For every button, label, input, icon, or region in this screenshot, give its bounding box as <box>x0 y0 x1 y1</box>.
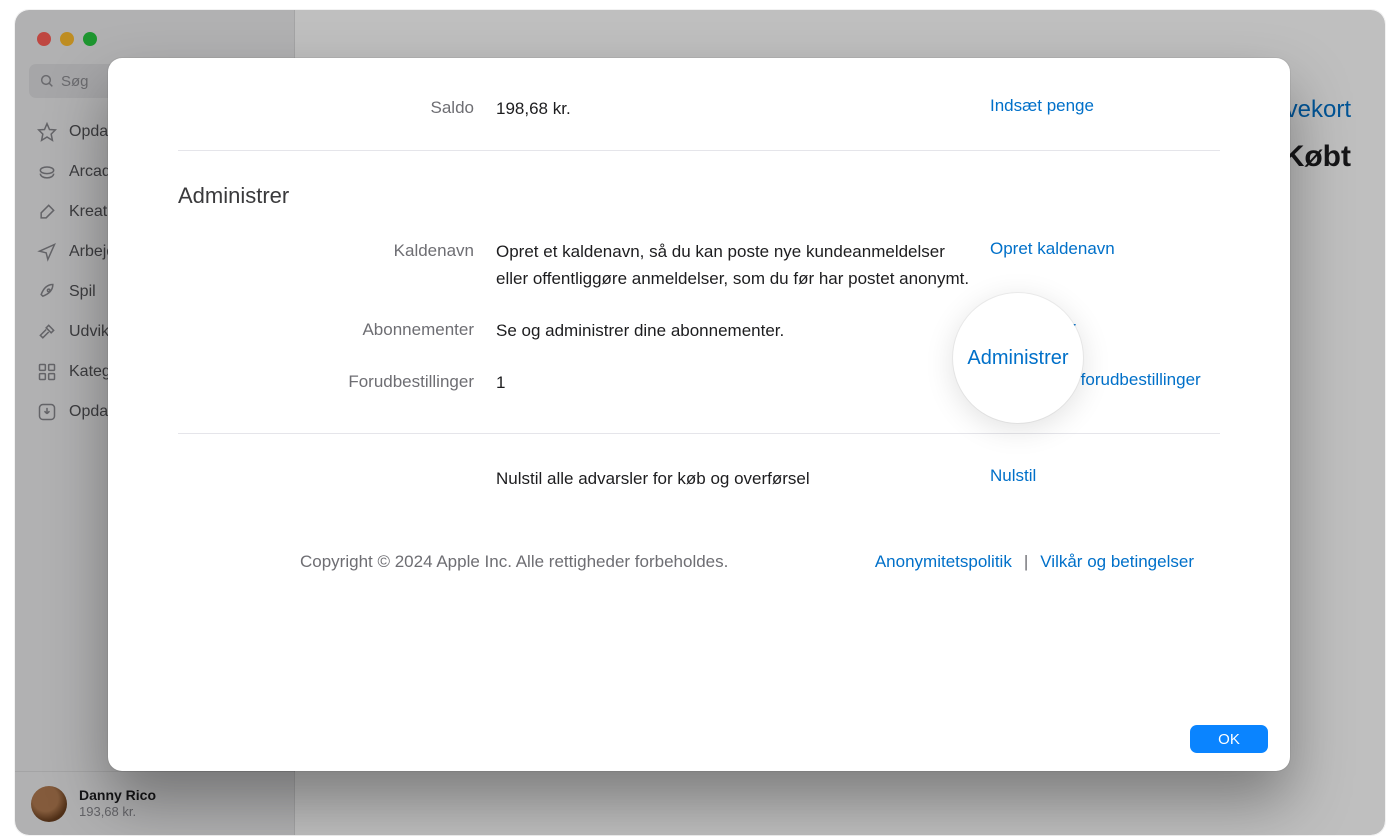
copyright-text: Copyright © 2024 Apple Inc. Alle rettigh… <box>178 552 875 572</box>
preorders-count: 1 <box>496 370 990 396</box>
terms-and-conditions-link[interactable]: Vilkår og betingelser <box>1040 552 1194 572</box>
create-nickname-link[interactable]: Opret kaldenavn <box>990 239 1115 258</box>
nickname-label: Kaldenavn <box>178 239 496 261</box>
divider <box>178 150 1220 151</box>
separator: | <box>1024 552 1028 572</box>
reset-warnings-link[interactable]: Nulstil <box>990 466 1036 485</box>
add-funds-link[interactable]: Indsæt penge <box>990 96 1094 115</box>
reset-warnings-row: Nulstil alle advarsler for køb og overfø… <box>178 466 1220 492</box>
preorders-label: Forudbestillinger <box>178 370 496 392</box>
privacy-policy-link[interactable]: Anonymitetspolitik <box>875 552 1012 572</box>
nickname-description: Opret et kaldenavn, så du kan poste nye … <box>496 239 990 292</box>
account-settings-sheet: Saldo 198,68 kr. Indsæt penge Administre… <box>108 58 1290 771</box>
reset-warnings-text: Nulstil alle advarsler for køb og overfø… <box>496 466 990 492</box>
balance-row: Saldo 198,68 kr. Indsæt penge <box>178 96 1220 122</box>
ok-button[interactable]: OK <box>1190 725 1268 753</box>
legal-footer: Copyright © 2024 Apple Inc. Alle rettigh… <box>178 552 1220 572</box>
balance-value: 198,68 kr. <box>496 96 990 122</box>
section-title-manage: Administrer <box>178 183 1220 209</box>
highlight-magnifier: Administrer <box>953 293 1083 423</box>
subscriptions-description: Se og administrer dine abonnementer. <box>496 318 990 344</box>
nickname-row: Kaldenavn Opret et kaldenavn, så du kan … <box>178 239 1220 292</box>
balance-label: Saldo <box>178 96 496 118</box>
divider <box>178 433 1220 434</box>
magnified-manage-link[interactable]: Administrer <box>967 347 1068 370</box>
subscriptions-label: Abonnementer <box>178 318 496 340</box>
